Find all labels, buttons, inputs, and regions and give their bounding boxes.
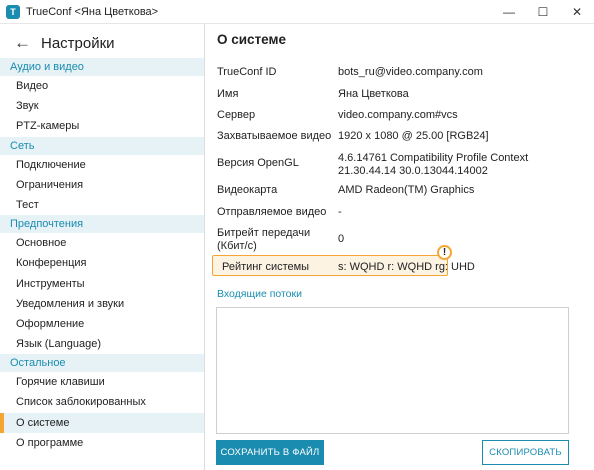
window-title: TrueConf <Яна Цветкова>: [26, 5, 159, 18]
info-label: Сервер: [217, 109, 256, 121]
info-label: Захватываемое видео: [217, 130, 332, 142]
info-value: 1920 x 1080 @ 25.00 [RGB24]: [338, 130, 489, 142]
info-label: Битрейт передачи (Кбит/с): [217, 227, 311, 252]
info-value: video.company.com#vcs: [338, 109, 458, 121]
info-value: 4.6.14761 Compatibility Profile Context …: [338, 152, 529, 177]
sidebar-item-video[interactable]: Видео: [0, 76, 204, 96]
section-network: Сеть: [0, 136, 204, 155]
sidebar-item-connection[interactable]: Подключение: [0, 155, 204, 175]
incoming-streams-heading: Входящие потоки: [217, 288, 302, 300]
warning-icon[interactable]: !: [437, 245, 452, 260]
main-panel: О системе TrueConf ID bots_ru@video.comp…: [205, 24, 594, 470]
sidebar-item-language[interactable]: Язык (Language): [0, 334, 204, 354]
window-titlebar: T TrueConf <Яна Цветкова> — ☐ ✕: [0, 0, 594, 24]
section-audio-video: Аудио и видео: [0, 58, 204, 76]
incoming-streams-box[interactable]: [216, 307, 569, 434]
sidebar-item-notifications[interactable]: Уведомления и звуки: [0, 294, 204, 314]
sidebar-item-about-system[interactable]: О системе: [0, 412, 204, 433]
info-value: 0: [338, 233, 345, 245]
info-label: Версия OpenGL: [217, 157, 299, 169]
sidebar-item-about-app[interactable]: О программе: [0, 433, 204, 453]
sidebar-item-ptz-cameras[interactable]: PTZ-камеры: [0, 116, 204, 136]
maximize-button[interactable]: ☐: [526, 0, 560, 24]
sidebar-item-hotkeys[interactable]: Горячие клавиши: [0, 372, 204, 392]
info-value: AMD Radeon(TM) Graphics: [338, 184, 475, 196]
close-button[interactable]: ✕: [560, 0, 594, 24]
sidebar-item-test[interactable]: Тест: [0, 195, 204, 215]
info-label: TrueConf ID: [217, 66, 277, 78]
sidebar-item-conference[interactable]: Конференция: [0, 253, 204, 273]
info-value: s: WQHD r: WQHD rg: UHD: [338, 261, 475, 273]
sidebar-item-tools[interactable]: Инструменты: [0, 274, 204, 294]
copy-button[interactable]: СКОПИРОВАТЬ: [482, 440, 569, 465]
trueconf-logo-icon: T: [6, 4, 20, 19]
minimize-button[interactable]: —: [492, 0, 526, 24]
sidebar-item-general[interactable]: Основное: [0, 233, 204, 253]
info-value: -: [338, 206, 342, 218]
info-label: Рейтинг системы: [222, 261, 310, 273]
save-to-file-button[interactable]: СОХРАНИТЬ В ФАЙЛ: [216, 440, 324, 465]
sidebar-item-sound[interactable]: Звук: [0, 96, 204, 116]
info-label: Имя: [217, 88, 239, 100]
sidebar-item-appearance[interactable]: Оформление: [0, 314, 204, 334]
info-label: Видеокарта: [217, 184, 278, 196]
window-controls: — ☐ ✕: [492, 0, 594, 24]
info-value: bots_ru@video.company.com: [338, 66, 483, 78]
info-value: Яна Цветкова: [338, 88, 409, 100]
sidebar-title: Настройки: [41, 34, 115, 52]
settings-sidebar: ← Настройки Аудио и видео Видео Звук PTZ…: [0, 24, 205, 470]
sidebar-header: ← Настройки: [0, 28, 204, 58]
info-label: Отправляемое видео: [217, 206, 327, 218]
sidebar-item-limits[interactable]: Ограничения: [0, 175, 204, 195]
back-arrow-icon[interactable]: ←: [14, 33, 32, 53]
page-title: О системе: [217, 32, 287, 47]
section-preferences: Предпочтения: [0, 215, 204, 234]
sidebar-item-blocklist[interactable]: Список заблокированных: [0, 392, 204, 412]
section-other: Остальное: [0, 354, 204, 373]
